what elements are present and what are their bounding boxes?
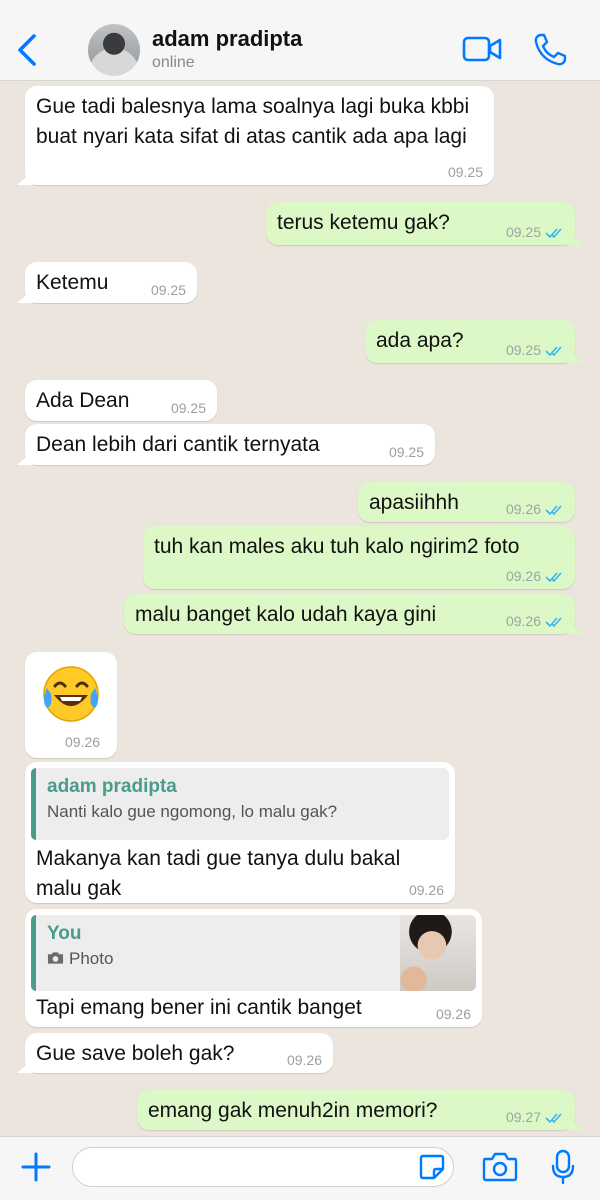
message-incoming[interactable]: Dean lebih dari cantik ternyata 09.25 (25, 424, 435, 465)
message-meta: 09.25 (506, 342, 565, 358)
message-time: 09.27 (505, 1109, 541, 1125)
message-outgoing[interactable]: ada apa? 09.25 (365, 320, 575, 363)
message-text: Gue tadi balesnya lama soalnya lagi buka… (36, 95, 470, 148)
message-outgoing[interactable]: terus ketemu gak? 09.25 (266, 202, 575, 245)
message-text: malu banget kalo udah kaya gini (135, 603, 437, 626)
message-text: tuh kan males aku tuh kalo ngirim2 foto (154, 535, 520, 558)
message-time: 09.26 (505, 501, 541, 517)
message-incoming-emoji[interactable]: 09.26 (25, 652, 117, 758)
message-time: 09.26 (435, 1006, 471, 1022)
microphone-icon[interactable] (550, 1149, 576, 1185)
read-ticks-icon (545, 346, 562, 357)
camera-icon[interactable] (482, 1151, 518, 1183)
message-time: 09.26 (408, 882, 444, 898)
video-call-icon[interactable] (462, 34, 502, 64)
read-ticks-icon (545, 617, 562, 628)
quoted-text: Nanti kalo gue ngomong, lo malu gak? (47, 802, 338, 821)
message-outgoing[interactable]: emang gak menuh2in memori? 09.27 (137, 1090, 575, 1130)
message-input[interactable] (72, 1147, 454, 1187)
message-incoming-reply[interactable]: You Photo Tapi emang bener ini cantik ba… (25, 909, 482, 1027)
message-text: Tapi emang bener ini cantik banget (36, 996, 362, 1019)
message-meta: 09.27 (506, 1109, 565, 1125)
message-outgoing[interactable]: tuh kan males aku tuh kalo ngirim2 foto … (143, 526, 575, 589)
composer-bar (0, 1136, 600, 1200)
chat-header: adam pradipta online (0, 0, 600, 81)
face-with-tears-of-joy-icon (43, 666, 99, 722)
contact-name[interactable]: adam pradipta (152, 26, 302, 52)
message-time: 09.25 (150, 282, 186, 298)
contact-status: online (152, 54, 195, 71)
read-ticks-icon (545, 572, 562, 583)
message-incoming[interactable]: Gue tadi balesnya lama soalnya lagi buka… (25, 86, 494, 185)
quoted-text: Photo (69, 949, 114, 968)
message-meta: 09.26 (506, 613, 565, 629)
message-meta: 09.26 (506, 568, 565, 584)
message-incoming[interactable]: Gue save boleh gak? 09.26 (25, 1033, 333, 1073)
quoted-photo-thumbnail (400, 915, 476, 991)
message-incoming[interactable]: Ada Dean 09.25 (25, 380, 217, 421)
message-text: Dean lebih dari cantik ternyata (36, 433, 320, 456)
quoted-photo-message[interactable]: You Photo (31, 915, 476, 991)
camera-icon (47, 952, 64, 964)
message-time: 09.26 (505, 568, 541, 584)
plus-icon[interactable] (20, 1151, 52, 1183)
sticker-icon[interactable] (418, 1153, 446, 1181)
message-time: 09.26 (505, 613, 541, 629)
read-ticks-icon (545, 228, 562, 239)
message-text: emang gak menuh2in memori? (148, 1099, 438, 1122)
message-outgoing[interactable]: malu banget kalo udah kaya gini 09.26 (124, 594, 575, 634)
message-time: 09.26 (286, 1052, 322, 1068)
message-meta: 09.26 (506, 501, 565, 517)
message-outgoing[interactable]: apasiihhh 09.26 (358, 482, 575, 522)
message-meta: 09.25 (506, 224, 565, 240)
quoted-message[interactable]: adam pradipta Nanti kalo gue ngomong, lo… (31, 768, 449, 840)
message-text: Gue save boleh gak? (36, 1042, 235, 1065)
message-time: 09.25 (505, 342, 541, 358)
message-time: 09.26 (65, 734, 101, 750)
message-time: 09.25 (505, 224, 541, 240)
message-incoming[interactable]: Ketemu 09.25 (25, 262, 197, 303)
read-ticks-icon (545, 1113, 562, 1124)
read-ticks-icon (545, 505, 562, 516)
quoted-sender: adam pradipta (47, 776, 177, 797)
message-time: 09.25 (388, 444, 424, 460)
voice-call-icon[interactable] (532, 32, 568, 68)
back-chevron-icon[interactable] (14, 30, 40, 70)
contact-avatar[interactable] (88, 24, 140, 76)
message-incoming-reply[interactable]: adam pradipta Nanti kalo gue ngomong, lo… (25, 762, 455, 903)
message-text: Makanya kan tadi gue tanya dulu bakal ma… (36, 847, 401, 900)
message-time: 09.25 (447, 164, 483, 180)
message-time: 09.25 (170, 400, 206, 416)
